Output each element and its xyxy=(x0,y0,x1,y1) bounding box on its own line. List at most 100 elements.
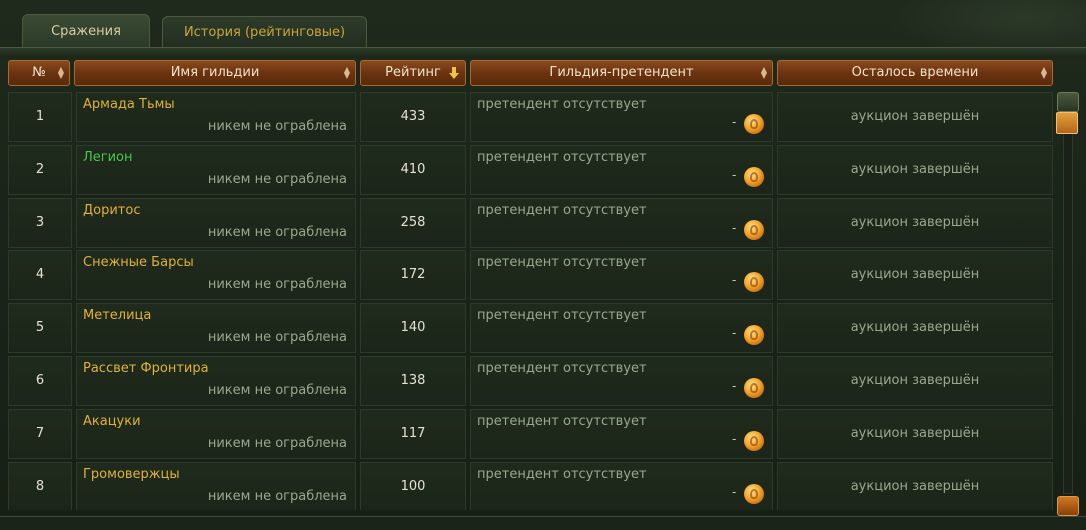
claimant-text: претендент отсутствует xyxy=(477,202,647,218)
time-left: аукцион завершён xyxy=(777,92,1053,142)
claimant-text: претендент отсутствует xyxy=(477,149,647,165)
column-header-label: Имя гильдии xyxy=(170,65,260,80)
sort-down-arrow-icon xyxy=(449,67,459,79)
sort-arrows-icon: ▲ ▼ xyxy=(57,65,65,80)
time-left: аукцион завершён xyxy=(777,250,1053,301)
table-row[interactable]: 8 Громовержцы никем не ограблена 100 пре… xyxy=(8,461,1053,510)
rob-status: никем не ограблена xyxy=(207,383,347,398)
rob-status: никем не ограблена xyxy=(207,330,347,346)
column-header-label: № xyxy=(32,65,46,80)
rating-value: 117 xyxy=(360,408,466,459)
guild-table-body: 1 Армада Тьмы никем не ограблена 433 пре… xyxy=(8,92,1053,510)
guild-name-cell: Рассвет Фронтира никем не ограблена xyxy=(76,356,356,406)
guild-name-link[interactable]: Громовержцы xyxy=(83,467,180,482)
scroll-track[interactable] xyxy=(1063,114,1073,494)
guild-name-cell: Армада Тьмы никем не ограблена xyxy=(76,92,356,142)
guild-name-link[interactable]: Метелица xyxy=(83,308,151,323)
guild-name-cell: Доритос никем не ограблена xyxy=(76,197,356,248)
rob-status: никем не ограблена xyxy=(207,488,347,504)
guild-name-cell: Легион никем не ограблена xyxy=(76,144,356,195)
time-left: аукцион завершён xyxy=(777,408,1053,459)
time-left: аукцион завершён xyxy=(777,461,1053,510)
sort-arrows-icon: ▲ ▼ xyxy=(1040,65,1048,80)
column-header-number[interactable]: № ▲ ▼ xyxy=(8,60,70,86)
sort-arrows-icon: ▲ ▼ xyxy=(343,65,351,80)
column-header-label: Осталось времени xyxy=(851,65,979,80)
bid-amount: - xyxy=(732,115,737,129)
claimant-text: претендент отсутствует xyxy=(477,255,647,271)
rob-status: никем не ограблена xyxy=(207,224,347,240)
time-left: аукцион завершён xyxy=(777,356,1053,406)
rating-value: 138 xyxy=(360,356,466,406)
guild-name-link[interactable]: Рассвет Фронтира xyxy=(83,361,209,376)
table-row[interactable]: 4 Снежные Барсы никем не ограблена 172 п… xyxy=(8,250,1053,301)
table-row[interactable]: 2 Легион никем не ограблена 410 претенде… xyxy=(8,144,1053,195)
scroll-up-button[interactable] xyxy=(1057,92,1079,112)
gold-coin-icon[interactable] xyxy=(744,114,764,134)
bid-amount: - xyxy=(732,484,737,499)
bid-amount: - xyxy=(732,167,737,182)
rating-value: 258 xyxy=(360,197,466,248)
column-header-rating[interactable]: Рейтинг xyxy=(360,60,466,86)
column-header-guild-name[interactable]: Имя гильдии ▲ ▼ xyxy=(74,60,356,86)
gold-coin-icon[interactable] xyxy=(744,378,764,398)
gold-coin-icon[interactable] xyxy=(744,166,764,187)
gold-coin-icon[interactable] xyxy=(744,272,764,293)
table-row[interactable]: 7 Акацуки никем не ограблена 117 претенд… xyxy=(8,408,1053,459)
gold-coin-icon[interactable] xyxy=(744,430,764,451)
row-number: 6 xyxy=(8,356,72,406)
rating-value: 100 xyxy=(360,461,466,510)
claimant-text: претендент отсутствует xyxy=(477,361,647,376)
column-header-label: Рейтинг xyxy=(385,65,441,80)
rating-value: 172 xyxy=(360,250,466,301)
rob-status: никем не ограблена xyxy=(207,119,347,134)
guild-name-link[interactable]: Снежные Барсы xyxy=(83,255,194,270)
scroll-thumb[interactable] xyxy=(1056,112,1078,134)
claimant-cell: претендент отсутствует - xyxy=(470,250,773,301)
tab-history-ranked[interactable]: История (рейтинговые) xyxy=(162,16,367,48)
column-header-claimant-guild[interactable]: Гильдия-претендент ▲ ▼ xyxy=(470,60,773,86)
bottom-border xyxy=(0,516,1086,530)
column-header-time-left[interactable]: Осталось времени ▲ ▼ xyxy=(777,60,1053,86)
claimant-cell: претендент отсутствует - xyxy=(470,356,773,406)
gold-coin-icon[interactable] xyxy=(744,325,764,346)
sort-arrows-icon: ▲ ▼ xyxy=(760,65,768,80)
tab-battles[interactable]: Сражения xyxy=(22,14,150,48)
claimant-text: претендент отсутствует xyxy=(477,97,647,112)
table-row[interactable]: 1 Армада Тьмы никем не ограблена 433 пре… xyxy=(8,92,1053,142)
bid-amount: - xyxy=(732,431,737,446)
guild-name-link[interactable]: Доритос xyxy=(83,203,140,218)
scroll-down-button[interactable] xyxy=(1057,496,1079,516)
claimant-cell: претендент отсутствует - xyxy=(470,197,773,248)
bid-amount: - xyxy=(732,273,737,288)
table-row[interactable]: 3 Доритос никем не ограблена 258 претенд… xyxy=(8,197,1053,248)
row-number: 5 xyxy=(8,303,72,354)
rating-value: 140 xyxy=(360,303,466,354)
row-number: 2 xyxy=(8,144,72,195)
row-number: 7 xyxy=(8,408,72,459)
gold-coin-icon[interactable] xyxy=(744,483,764,504)
row-number: 1 xyxy=(8,92,72,142)
scrollbar[interactable] xyxy=(1055,90,1081,520)
claimant-cell: претендент отсутствует - xyxy=(470,461,773,510)
time-left: аукцион завершён xyxy=(777,144,1053,195)
rob-status: никем не ограблена xyxy=(207,171,347,187)
row-number: 3 xyxy=(8,197,72,248)
claimant-text: претендент отсутствует xyxy=(477,413,647,429)
gold-coin-icon[interactable] xyxy=(744,219,764,240)
time-left: аукцион завершён xyxy=(777,303,1053,354)
bid-amount: - xyxy=(732,326,737,341)
guild-name-cell: Громовержцы никем не ограблена xyxy=(76,461,356,510)
bid-amount: - xyxy=(732,379,737,393)
row-number: 8 xyxy=(8,461,72,510)
table-row[interactable]: 6 Рассвет Фронтира никем не ограблена 13… xyxy=(8,356,1053,406)
guild-name-link[interactable]: Легион xyxy=(83,150,133,165)
table-row[interactable]: 5 Метелица никем не ограблена 140 претен… xyxy=(8,303,1053,354)
panel-top-border xyxy=(0,47,1086,58)
guild-name-link[interactable]: Акацуки xyxy=(83,414,141,429)
guild-name-cell: Акацуки никем не ограблена xyxy=(76,408,356,459)
claimant-cell: претендент отсутствует - xyxy=(470,92,773,142)
claimant-cell: претендент отсутствует - xyxy=(470,408,773,459)
rating-value: 433 xyxy=(360,92,466,142)
guild-name-link[interactable]: Армада Тьмы xyxy=(83,97,175,112)
